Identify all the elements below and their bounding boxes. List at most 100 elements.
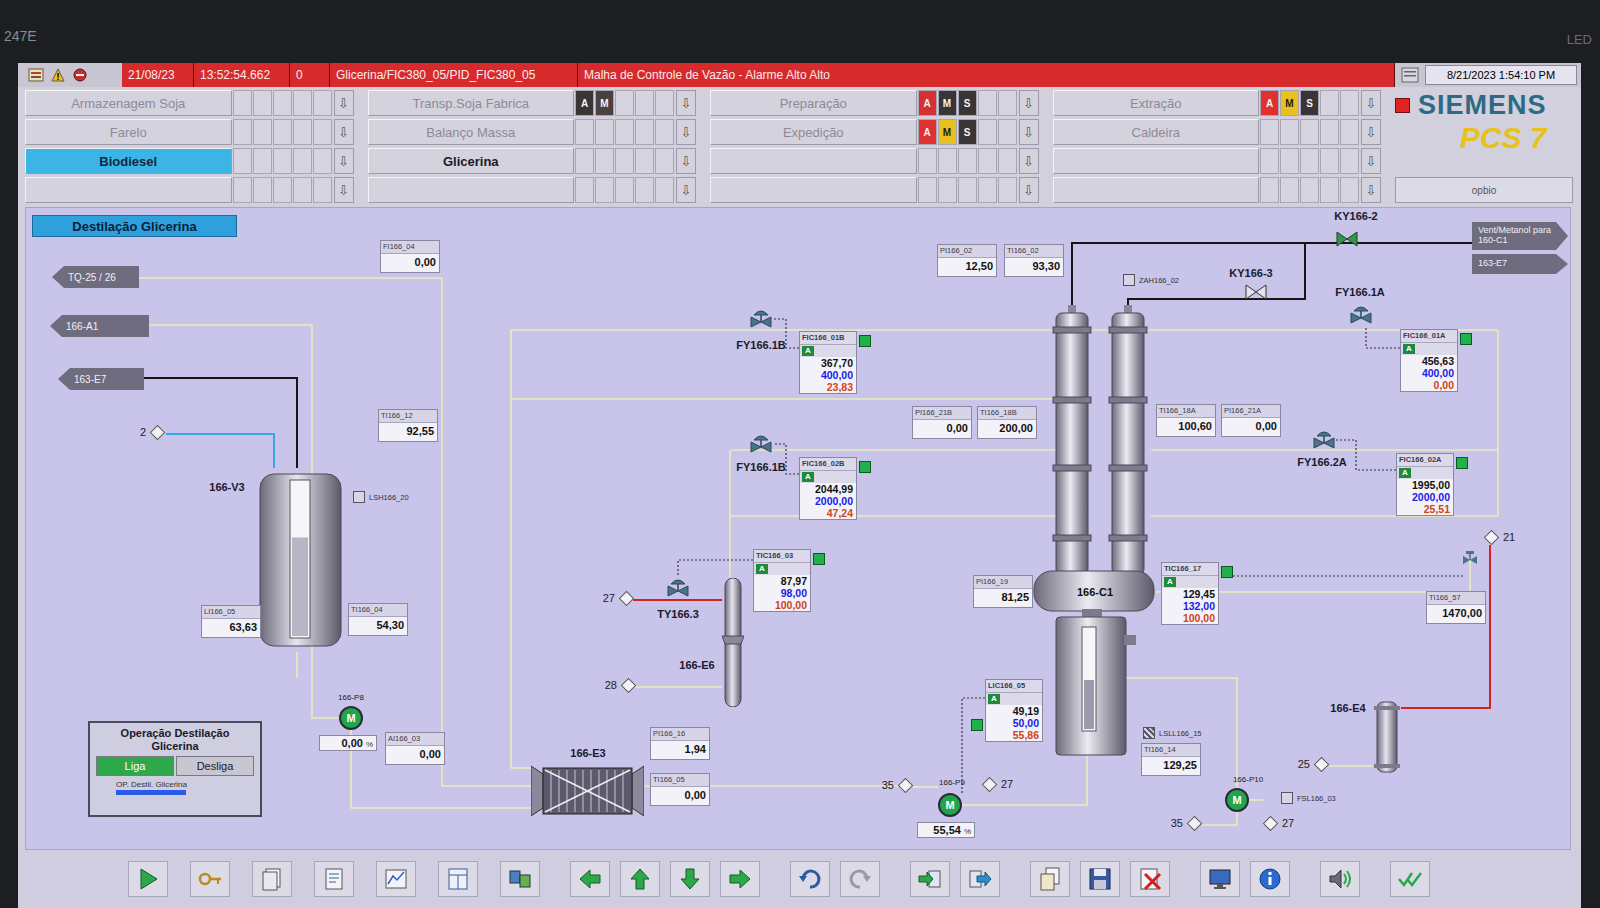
connection-point[interactable]: 27 — [982, 778, 1013, 790]
controller-faceplate[interactable]: TIC166_17 A 129,45 132,00 100,00 — [1161, 562, 1219, 625]
area-button[interactable]: Balanço Massa — [368, 119, 575, 145]
area-button[interactable]: Glicerina — [368, 148, 575, 174]
measurement-block[interactable]: TI166_02 93,30 — [1004, 244, 1064, 277]
area-button[interactable]: Caldeira — [1053, 119, 1260, 145]
toolbar-button[interactable] — [620, 861, 660, 897]
toolbar-button[interactable] — [376, 861, 416, 897]
distillation-column[interactable] — [1032, 305, 1156, 759]
tank[interactable] — [258, 468, 343, 652]
measurement-block[interactable]: TI166_18A 100,60 — [1156, 404, 1216, 437]
connection-point[interactable]: 21 — [1484, 531, 1515, 543]
onoff-valve-icon[interactable] — [1244, 280, 1268, 304]
area-down-button[interactable]: ⇩ — [1019, 148, 1039, 174]
toolbar-button[interactable] — [314, 861, 354, 897]
connection-point[interactable]: 27 — [598, 592, 634, 604]
measurement-block[interactable]: FI166_04 0,00 — [380, 240, 440, 273]
toolbar-button[interactable] — [1200, 861, 1240, 897]
toolbar-button[interactable] — [960, 861, 1000, 897]
measurement-block[interactable]: PI166_21A 0,00 — [1221, 404, 1281, 437]
area-down-button[interactable]: ⇩ — [1019, 119, 1039, 145]
toolbar-button[interactable] — [670, 861, 710, 897]
toolbar-button[interactable] — [790, 861, 830, 897]
page-connector[interactable]: 163-E7 — [58, 368, 144, 390]
area-button[interactable]: Extração — [1053, 90, 1260, 116]
measurement-block[interactable]: TI166_18B 200,00 — [977, 406, 1037, 439]
pump[interactable]: M — [1225, 788, 1249, 812]
measurement-block[interactable]: PI166_02 12,50 — [937, 244, 997, 277]
area-down-button[interactable]: ⇩ — [1361, 177, 1381, 203]
area-down-button[interactable]: ⇩ — [1361, 119, 1381, 145]
controller-faceplate[interactable]: LIC166_05 A 49,19 50,00 55,86 — [985, 679, 1043, 742]
pump[interactable]: M — [938, 793, 962, 817]
controller-faceplate[interactable]: FIC166_02A A 1995,00 2000,00 25,51 — [1396, 453, 1454, 516]
measurement-block[interactable]: TI166_04 54,30 — [348, 603, 408, 636]
area-down-button[interactable]: ⇩ — [334, 148, 354, 174]
area-down-button[interactable]: ⇩ — [1361, 148, 1381, 174]
connection-point[interactable]: 28 — [600, 679, 636, 691]
area-button[interactable] — [710, 177, 917, 203]
valve-icon[interactable] — [1462, 550, 1478, 566]
measurement-block[interactable]: PI166_19 81,25 — [973, 575, 1033, 608]
connection-point[interactable]: 2 — [129, 426, 165, 438]
page-connector[interactable]: TQ-25 / 26 — [52, 266, 139, 288]
area-button[interactable]: Transp.Soja Fabrica — [368, 90, 575, 116]
control-valve-icon[interactable] — [666, 576, 690, 600]
measurement-block[interactable]: TI166_14 129,25 — [1141, 743, 1201, 776]
page-connector[interactable]: Vent/Metanol para 160-C1 — [1472, 222, 1568, 250]
area-button[interactable] — [368, 177, 575, 203]
area-button[interactable]: Armazenagem Soja — [25, 90, 232, 116]
toolbar-button[interactable] — [1250, 861, 1290, 897]
alarm-window-icon[interactable] — [1401, 66, 1419, 84]
controller-faceplate[interactable]: FIC166_01A A 456,63 400,00 0,00 — [1400, 329, 1458, 392]
control-valve-icon[interactable] — [1349, 303, 1373, 327]
controller-faceplate[interactable]: FIC166_01B A 367,70 400,00 23,83 — [799, 331, 857, 394]
page-connector[interactable]: 163-E7 — [1472, 254, 1568, 274]
area-button[interactable] — [1053, 148, 1260, 174]
area-down-button[interactable]: ⇩ — [676, 119, 696, 145]
area-button[interactable] — [710, 148, 917, 174]
page-connector[interactable]: 166-A1 — [50, 315, 149, 337]
area-down-button[interactable]: ⇩ — [334, 177, 354, 203]
measurement-block[interactable]: AI166_03 0,00 — [385, 732, 445, 765]
heat-exchanger[interactable] — [722, 578, 744, 707]
heat-exchanger[interactable] — [1373, 698, 1401, 776]
alarm-list-icon[interactable] — [28, 67, 44, 83]
toolbar-button[interactable] — [840, 861, 880, 897]
toolbar-button[interactable] — [438, 861, 478, 897]
level-switch[interactable]: LSLL166_15 — [1143, 727, 1202, 739]
measurement-block[interactable]: LI166_05 63,63 — [201, 605, 261, 638]
area-down-button[interactable]: ⇩ — [1019, 90, 1039, 116]
level-switch[interactable]: ZAH166_02 — [1123, 274, 1179, 286]
measurement-block[interactable]: TI166_05 0,00 — [650, 773, 710, 806]
toolbar-button[interactable] — [1080, 861, 1120, 897]
control-valve-icon[interactable] — [749, 432, 773, 456]
measurement-block[interactable]: TI166_12 92,55 — [378, 409, 438, 442]
connection-point[interactable]: 27 — [1263, 817, 1294, 829]
level-switch[interactable]: LSH166_20 — [353, 491, 409, 503]
connection-point[interactable]: 35 — [1166, 817, 1202, 829]
measurement-block[interactable]: PI166_21B 0,00 — [912, 406, 972, 439]
connection-point[interactable]: 25 — [1293, 758, 1329, 770]
toolbar-button[interactable] — [500, 861, 540, 897]
toolbar-button[interactable] — [1030, 861, 1070, 897]
controller-faceplate[interactable]: TIC166_03 A 87,97 98,00 100,00 — [753, 549, 811, 612]
operation-button[interactable]: Desliga — [176, 756, 254, 776]
area-down-button[interactable]: ⇩ — [334, 90, 354, 116]
area-down-button[interactable]: ⇩ — [1019, 177, 1039, 203]
control-valve-icon[interactable] — [749, 307, 773, 331]
toolbar-button[interactable] — [190, 861, 230, 897]
toolbar-button[interactable] — [1130, 861, 1170, 897]
area-button[interactable]: Farelo — [25, 119, 232, 145]
area-button[interactable]: Expedição — [710, 119, 917, 145]
toolbar-button[interactable] — [910, 861, 950, 897]
horn-icon[interactable] — [50, 67, 66, 83]
toolbar-button[interactable] — [570, 861, 610, 897]
measurement-block[interactable]: TI166_57 1470,00 — [1426, 591, 1486, 624]
area-button[interactable] — [25, 177, 232, 203]
connection-point[interactable]: 35 — [877, 779, 913, 791]
toolbar-button[interactable] — [252, 861, 292, 897]
onoff-valve-icon[interactable] — [1335, 227, 1359, 251]
controller-faceplate[interactable]: FIC166_02B A 2044,99 2000,00 47,24 — [799, 457, 857, 520]
operation-button[interactable]: Liga — [96, 756, 174, 776]
measurement-block[interactable]: PI166_16 1,94 — [650, 727, 710, 760]
